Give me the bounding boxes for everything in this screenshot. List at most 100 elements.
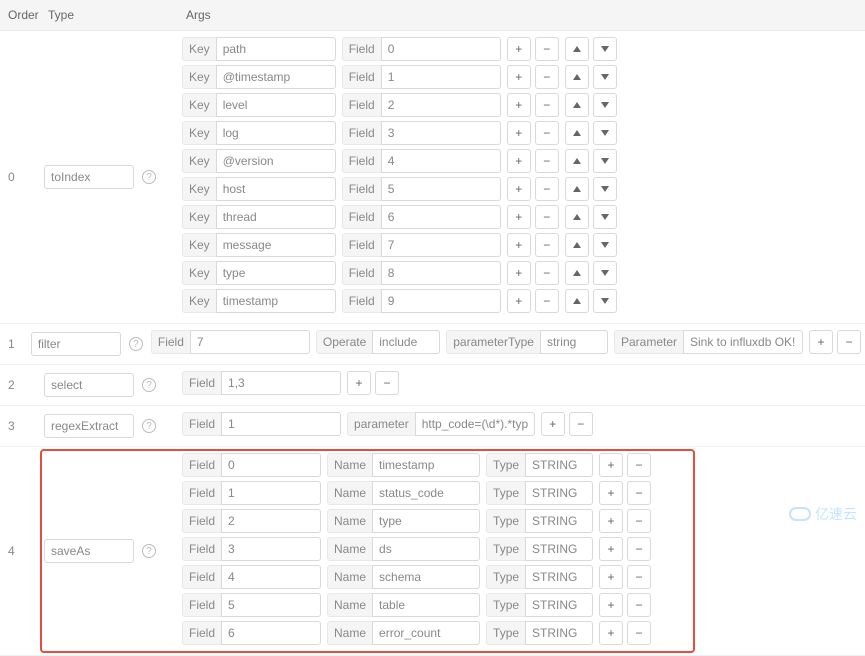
type-select[interactable]: select — [44, 373, 134, 397]
text-input[interactable] — [221, 621, 321, 645]
type-select[interactable]: filter — [31, 332, 121, 356]
add-button[interactable]: + — [507, 177, 531, 201]
remove-button[interactable]: − — [627, 621, 651, 645]
help-icon[interactable]: ? — [129, 337, 143, 351]
text-input[interactable] — [372, 453, 480, 477]
move-down-button[interactable] — [593, 149, 617, 173]
select-input[interactable]: STRING — [525, 481, 593, 505]
text-input[interactable] — [216, 93, 336, 117]
text-input[interactable] — [221, 453, 321, 477]
add-button[interactable]: + — [507, 205, 531, 229]
help-icon[interactable]: ? — [142, 378, 156, 392]
text-input[interactable] — [221, 537, 321, 561]
move-up-button[interactable] — [565, 65, 589, 89]
move-down-button[interactable] — [593, 93, 617, 117]
remove-button[interactable]: − — [627, 481, 651, 505]
text-input[interactable] — [372, 509, 480, 533]
add-button[interactable]: + — [507, 65, 531, 89]
help-icon[interactable]: ? — [142, 170, 156, 184]
move-up-button[interactable] — [565, 37, 589, 61]
remove-button[interactable]: − — [535, 93, 559, 117]
add-button[interactable]: + — [599, 509, 623, 533]
text-input[interactable] — [221, 593, 321, 617]
text-input[interactable] — [381, 233, 501, 257]
text-input[interactable] — [381, 121, 501, 145]
type-select[interactable]: regexExtract — [44, 414, 134, 438]
select-input[interactable]: STRING — [525, 621, 593, 645]
remove-button[interactable]: − — [535, 37, 559, 61]
remove-button[interactable]: − — [535, 289, 559, 313]
text-input[interactable] — [216, 205, 336, 229]
select-input[interactable]: string — [540, 330, 608, 354]
select-input[interactable]: STRING — [525, 565, 593, 589]
text-input[interactable] — [221, 371, 341, 395]
add-button[interactable]: + — [507, 149, 531, 173]
remove-button[interactable]: − — [535, 261, 559, 285]
add-button[interactable]: + — [599, 621, 623, 645]
add-button[interactable]: + — [599, 481, 623, 505]
remove-button[interactable]: − — [837, 330, 861, 354]
text-input[interactable] — [372, 593, 480, 617]
add-button[interactable]: + — [599, 593, 623, 617]
remove-button[interactable]: − — [535, 65, 559, 89]
text-input[interactable] — [216, 289, 336, 313]
remove-button[interactable]: − — [535, 205, 559, 229]
text-input[interactable] — [381, 93, 501, 117]
add-button[interactable]: + — [507, 261, 531, 285]
move-down-button[interactable] — [593, 205, 617, 229]
text-input[interactable] — [221, 509, 321, 533]
text-input[interactable] — [381, 37, 501, 61]
move-down-button[interactable] — [593, 261, 617, 285]
text-input[interactable] — [216, 177, 336, 201]
remove-button[interactable]: − — [569, 412, 593, 436]
text-input[interactable] — [190, 330, 310, 354]
add-button[interactable]: + — [599, 565, 623, 589]
select-input[interactable]: include — [372, 330, 440, 354]
add-button[interactable]: + — [541, 412, 565, 436]
add-button[interactable]: + — [507, 37, 531, 61]
add-button[interactable]: + — [347, 371, 371, 395]
move-up-button[interactable] — [565, 233, 589, 257]
select-input[interactable]: STRING — [525, 537, 593, 561]
text-input[interactable] — [372, 481, 480, 505]
text-input[interactable] — [683, 330, 803, 354]
text-input[interactable] — [216, 233, 336, 257]
select-input[interactable]: STRING — [525, 509, 593, 533]
text-input[interactable] — [381, 149, 501, 173]
move-down-button[interactable] — [593, 233, 617, 257]
text-input[interactable] — [381, 205, 501, 229]
remove-button[interactable]: − — [535, 121, 559, 145]
text-input[interactable] — [221, 481, 321, 505]
move-down-button[interactable] — [593, 289, 617, 313]
type-select[interactable]: saveAs — [44, 539, 134, 563]
move-up-button[interactable] — [565, 205, 589, 229]
select-input[interactable]: STRING — [525, 453, 593, 477]
move-down-button[interactable] — [593, 37, 617, 61]
move-up-button[interactable] — [565, 121, 589, 145]
select-input[interactable]: STRING — [525, 593, 593, 617]
type-select[interactable]: toIndex — [44, 165, 134, 189]
text-input[interactable] — [415, 412, 535, 436]
text-input[interactable] — [221, 412, 341, 436]
move-up-button[interactable] — [565, 289, 589, 313]
text-input[interactable] — [381, 65, 501, 89]
text-input[interactable] — [216, 65, 336, 89]
remove-button[interactable]: − — [627, 453, 651, 477]
remove-button[interactable]: − — [535, 149, 559, 173]
add-button[interactable]: + — [599, 453, 623, 477]
help-icon[interactable]: ? — [142, 419, 156, 433]
text-input[interactable] — [216, 149, 336, 173]
move-up-button[interactable] — [565, 177, 589, 201]
remove-button[interactable]: − — [535, 233, 559, 257]
text-input[interactable] — [221, 565, 321, 589]
text-input[interactable] — [216, 261, 336, 285]
text-input[interactable] — [216, 121, 336, 145]
move-up-button[interactable] — [565, 93, 589, 117]
text-input[interactable] — [216, 37, 336, 61]
move-up-button[interactable] — [565, 261, 589, 285]
remove-button[interactable]: − — [627, 537, 651, 561]
remove-button[interactable]: − — [535, 177, 559, 201]
text-input[interactable] — [381, 177, 501, 201]
move-up-button[interactable] — [565, 149, 589, 173]
text-input[interactable] — [381, 289, 501, 313]
